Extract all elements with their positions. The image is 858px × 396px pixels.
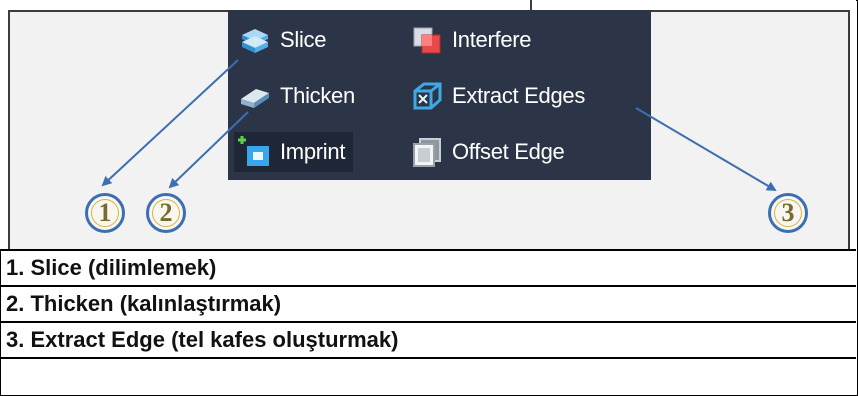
thicken-icon xyxy=(238,79,272,113)
solid-editing-panel: Slice Interfere Thicken Extract Edges Im… xyxy=(228,10,651,180)
tool-imprint[interactable]: Imprint xyxy=(234,132,354,172)
callout-badge-1: 1 xyxy=(85,193,125,233)
tool-label: Imprint xyxy=(280,139,346,164)
offset-edge-icon xyxy=(410,135,444,169)
callout-badge-3: 3 xyxy=(768,193,808,233)
legend-row-2: 2. Thicken (kalınlaştırmak) xyxy=(0,285,856,321)
legend-text: 3. Extract Edge (tel kafes oluşturmak) xyxy=(6,327,399,352)
tool-slice[interactable]: Slice xyxy=(238,20,326,60)
tool-thicken[interactable]: Thicken xyxy=(238,76,355,116)
imprint-icon xyxy=(238,135,272,169)
tool-label: Thicken xyxy=(280,83,355,108)
legend-text: 2. Thicken (kalınlaştırmak) xyxy=(6,291,282,316)
tool-label: Slice xyxy=(280,27,327,52)
tool-label: Interfere xyxy=(452,27,532,52)
slice-icon xyxy=(238,23,272,57)
legend-text: 1. Slice (dilimlemek) xyxy=(6,255,217,280)
divider xyxy=(530,0,532,10)
tool-extract-edges[interactable]: Extract Edges xyxy=(410,76,585,116)
legend-row-1: 1. Slice (dilimlemek) xyxy=(0,249,856,285)
legend-bottom-rule xyxy=(0,357,856,393)
tool-offset-edge[interactable]: Offset Edge xyxy=(410,132,565,172)
toolbar-figure: Slice Interfere Thicken Extract Edges Im… xyxy=(0,0,856,249)
interfere-icon xyxy=(410,23,444,57)
tool-label: Extract Edges xyxy=(452,83,586,108)
tool-label: Offset Edge xyxy=(452,139,565,164)
callout-badge-2: 2 xyxy=(146,193,186,233)
legend-row-3: 3. Extract Edge (tel kafes oluşturmak) xyxy=(0,321,856,357)
tool-interfere[interactable]: Interfere xyxy=(410,20,532,60)
extract-edges-icon xyxy=(410,79,444,113)
